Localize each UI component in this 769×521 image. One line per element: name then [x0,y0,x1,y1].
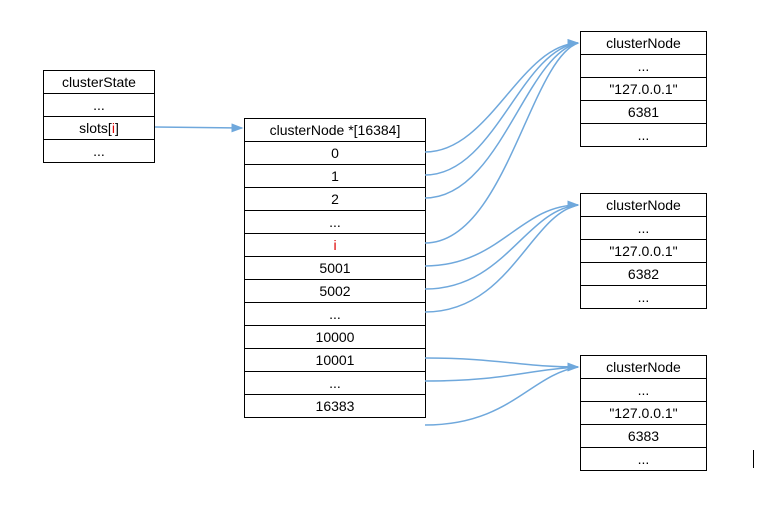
cluster-node-title: clusterNode [581,32,706,55]
cluster-node-ip: "127.0.0.1" [581,78,706,101]
cluster-node-ip: "127.0.0.1" [581,402,706,425]
cluster-node-ellipsis: ... [581,217,706,240]
table-row: 10001 [245,349,425,372]
arrow-slot-to-node2 [425,358,578,367]
cluster-node-ellipsis: ... [581,55,706,78]
cluster-node-ellipsis2: ... [581,124,706,146]
cluster-node-ip: "127.0.0.1" [581,240,706,263]
cluster-state-slots-row: slots[i] [44,117,154,140]
table-row: 10000 [245,326,425,349]
table-row: 16383 [245,395,425,417]
table-row: ... [245,372,425,395]
table-row: 0 [245,142,425,165]
cluster-node-title: clusterNode [581,194,706,217]
arrow-slot-to-node1 [425,205,578,312]
table-row: 1 [245,165,425,188]
slots-array-title: clusterNode *[16384] [245,119,425,142]
cluster-node-box: clusterNode ... "127.0.0.1" 6381 ... [580,31,707,147]
arrow-slot-to-node1 [425,205,578,289]
cluster-node-ellipsis2: ... [581,448,706,470]
arrow-slot-to-node1 [425,205,578,266]
cluster-node-port: 6382 [581,263,706,286]
arrow-slot-to-node0 [425,43,578,198]
arrow-state-to-array [155,127,242,128]
table-row: ... [245,303,425,326]
table-row: 2 [245,188,425,211]
arrow-slot-to-node0 [425,43,578,243]
cluster-state-ellipsis2: ... [44,140,154,162]
cluster-node-port: 6383 [581,425,706,448]
slots-label-prefix: slots[ [79,120,112,136]
cluster-node-port: 6381 [581,101,706,124]
arrow-slot-to-node0 [425,43,578,175]
cluster-node-ellipsis: ... [581,379,706,402]
cluster-state-title: clusterState [44,71,154,94]
cluster-node-box: clusterNode ... "127.0.0.1" 6383 ... [580,355,707,471]
arrow-slot-to-node2 [425,367,578,381]
text-cursor [753,450,754,468]
cluster-state-ellipsis: ... [44,94,154,117]
table-row: 5001 [245,257,425,280]
slots-label-suffix: ] [115,120,119,136]
cluster-node-ellipsis2: ... [581,286,706,308]
cluster-node-title: clusterNode [581,356,706,379]
arrow-slot-to-node0 [425,43,578,152]
table-row: 5002 [245,280,425,303]
slots-array-box: clusterNode *[16384] 0 1 2 ... i 5001 50… [244,118,426,418]
arrow-slot-to-node2 [425,367,578,425]
table-row-i: i [245,234,425,257]
cluster-state-box: clusterState ... slots[i] ... [43,70,155,163]
table-row: ... [245,211,425,234]
cluster-node-box: clusterNode ... "127.0.0.1" 6382 ... [580,193,707,309]
